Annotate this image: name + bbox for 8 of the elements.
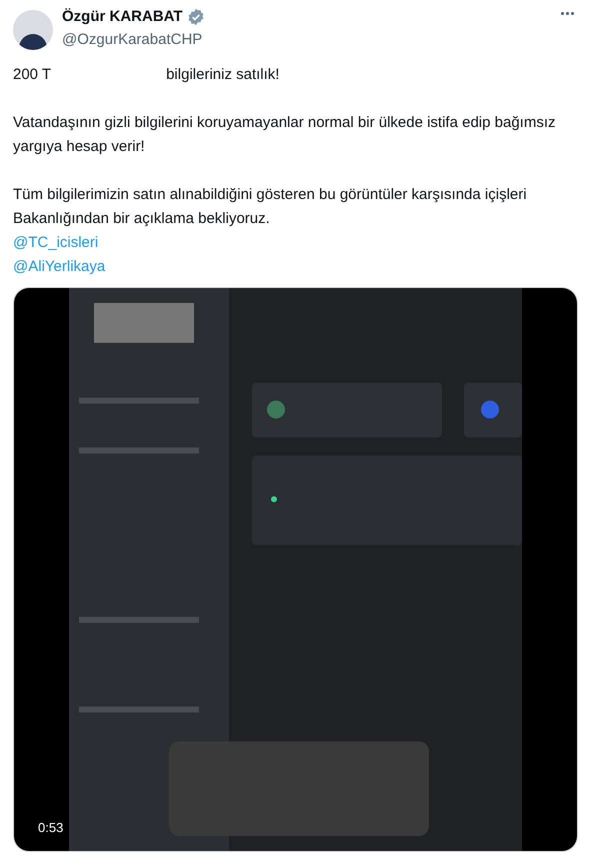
author-handle[interactable]: @OzgurKarabatCHP (62, 28, 205, 51)
tweet-text: Tüm bilgilerimizin satın alınabildiğini gösteren bu görüntüler karşısında içişleri Bakanlığından bir açıklama bekliyoruz. (13, 185, 528, 229)
tweet-text: Vatandaşının gizli bilgilerini koruyamayanlar normal bir ülkede istifa edip bağımsız yargıya hesap verir! (13, 113, 556, 157)
avatar[interactable] (13, 10, 53, 50)
author-name[interactable]: Özgür KARABAT (62, 6, 183, 28)
more-icon[interactable] (561, 12, 574, 15)
tweet-text: 200 T (13, 65, 52, 85)
tweet-text: bilgileriniz satılık! (166, 65, 280, 85)
